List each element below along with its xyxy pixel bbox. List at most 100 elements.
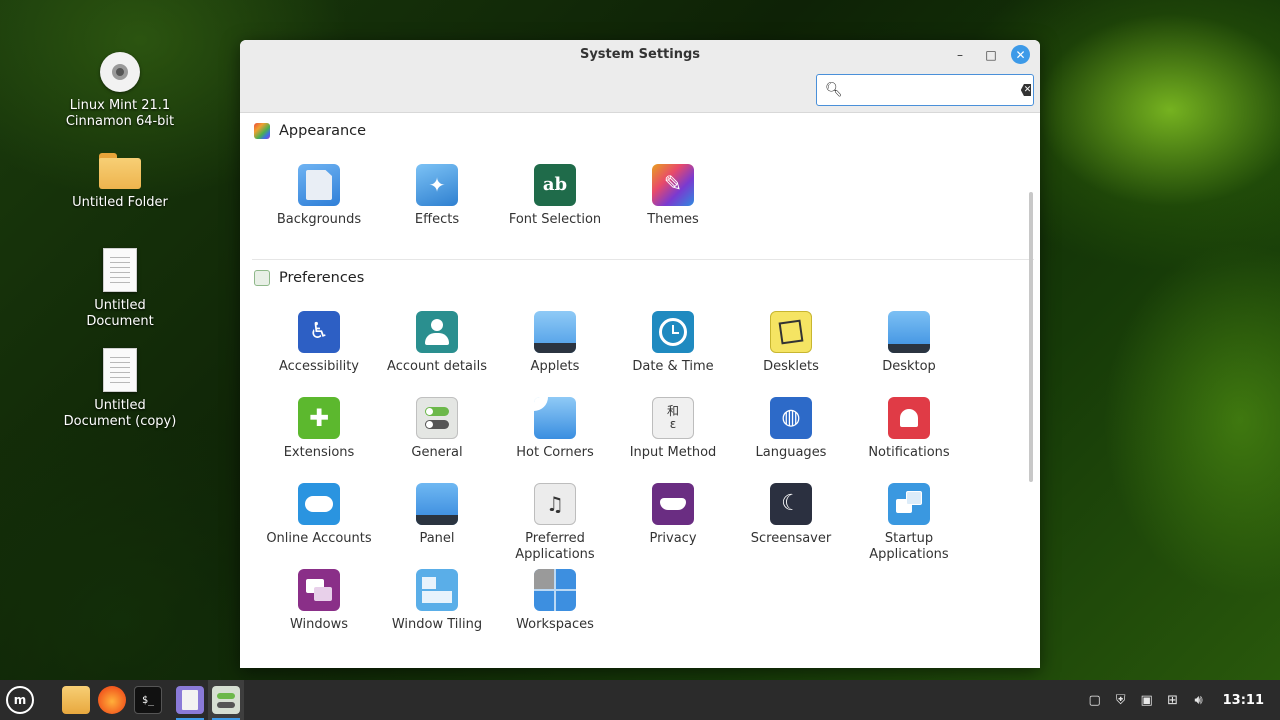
desktop-icon-label: Document xyxy=(86,314,154,329)
search-icon: 🔍︎ xyxy=(825,82,843,98)
tile-backgrounds[interactable]: Backgrounds xyxy=(260,164,378,250)
disc-icon xyxy=(100,52,140,92)
windows-icon xyxy=(298,569,340,611)
clipboard-icon[interactable]: ▢ xyxy=(1087,692,1103,708)
tile-general[interactable]: General xyxy=(378,397,496,483)
taskbar: m $_ ▢ ⛨ ▣ ⊞ 🔊︎ 13:11 xyxy=(0,680,1280,720)
tile-window-tiling[interactable]: Window Tiling xyxy=(378,569,496,655)
close-button[interactable]: ✕ xyxy=(1011,45,1030,64)
tile-label: Extensions xyxy=(283,445,355,460)
files-icon xyxy=(62,686,90,714)
tile-workspaces[interactable]: Workspaces xyxy=(496,569,614,655)
folder-icon xyxy=(99,153,141,189)
desktop-icon-untitled-document[interactable]: Untitled Document xyxy=(60,248,180,330)
tile-label: Desklets xyxy=(763,359,819,374)
desktop-icon-linux-mint[interactable]: Linux Mint 21.1 Cinnamon 64-bit xyxy=(60,52,180,130)
volume-icon[interactable]: 🔊︎ xyxy=(1191,692,1207,708)
shield-icon[interactable]: ⛨ xyxy=(1113,692,1129,708)
desktop-icon-label: Untitled xyxy=(94,298,146,313)
desklets-icon xyxy=(770,311,812,353)
tile-date-time[interactable]: Date & Time xyxy=(614,311,732,397)
tile-screensaver[interactable]: ☾ Screensaver xyxy=(732,483,850,569)
minimize-button[interactable]: – xyxy=(950,45,970,65)
document-icon xyxy=(103,248,137,292)
tile-preferred-applications[interactable]: ♫ Preferred Applications xyxy=(496,483,614,569)
taskbar-firefox[interactable] xyxy=(94,680,130,720)
tile-label: Applets xyxy=(530,359,580,374)
tile-online-accounts[interactable]: Online Accounts xyxy=(260,483,378,569)
tile-effects[interactable]: ✦ Effects xyxy=(378,164,496,250)
screensaver-icon: ☾ xyxy=(770,483,812,525)
desktop-icon-label: Document (copy) xyxy=(63,414,177,429)
scrollbar[interactable] xyxy=(1029,192,1033,482)
taskbar-files[interactable] xyxy=(58,680,94,720)
font-selection-icon: ab xyxy=(534,164,576,206)
desktop-icon-untitled-document-copy[interactable]: Untitled Document (copy) xyxy=(60,348,180,430)
section-header-preferences: Preferences xyxy=(254,270,364,286)
document-icon xyxy=(103,348,137,392)
tile-windows[interactable]: Windows xyxy=(260,569,378,655)
startup-applications-icon xyxy=(888,483,930,525)
tile-hot-corners[interactable]: Hot Corners xyxy=(496,397,614,483)
section-header-appearance: Appearance xyxy=(254,123,366,139)
tile-label: Workspaces xyxy=(516,617,594,632)
tile-label: Themes xyxy=(647,212,699,227)
tile-label: Account details xyxy=(387,359,487,374)
input-method-icon: 和ε xyxy=(652,397,694,439)
clear-search-icon[interactable]: ✕ xyxy=(1020,84,1032,96)
taskbar-text-editor[interactable] xyxy=(172,680,208,720)
tile-label: Screensaver xyxy=(750,531,832,546)
mint-menu-icon: m xyxy=(6,686,34,714)
preferred-applications-icon: ♫ xyxy=(534,483,576,525)
tile-label: Effects xyxy=(414,212,460,227)
tile-label: Notifications xyxy=(868,445,950,460)
desktop-icon-untitled-folder[interactable]: Untitled Folder xyxy=(60,153,180,211)
tile-label: Hot Corners xyxy=(516,445,594,460)
search-input[interactable] xyxy=(850,82,1021,98)
tile-themes[interactable]: ✎ Themes xyxy=(614,164,732,250)
hot-corners-icon xyxy=(534,397,576,439)
clock[interactable]: 13:11 xyxy=(1223,693,1264,708)
network-icon[interactable]: ⊞ xyxy=(1165,692,1181,708)
tile-label: Languages xyxy=(755,445,827,460)
tile-notifications[interactable]: Notifications xyxy=(850,397,968,483)
window-tiling-icon xyxy=(416,569,458,611)
tile-label: General xyxy=(411,445,463,460)
update-icon[interactable]: ▣ xyxy=(1139,692,1155,708)
tile-font-selection[interactable]: ab Font Selection xyxy=(496,164,614,250)
tile-label: Startup Applications xyxy=(869,531,949,562)
accessibility-icon: ♿︎ xyxy=(298,311,340,353)
effects-icon: ✦ xyxy=(416,164,458,206)
panel-icon xyxy=(416,483,458,525)
desktop-icon-label: Linux Mint 21.1 xyxy=(69,98,171,113)
account-details-icon xyxy=(416,311,458,353)
tile-panel[interactable]: Panel xyxy=(378,483,496,569)
tile-account-details[interactable]: Account details xyxy=(378,311,496,397)
taskbar-terminal[interactable]: $_ xyxy=(130,680,166,720)
tile-applets[interactable]: Applets xyxy=(496,311,614,397)
menu-button[interactable]: m xyxy=(2,680,38,720)
date-time-icon xyxy=(652,311,694,353)
desktop-icon-label: Untitled Folder xyxy=(72,195,168,210)
tile-privacy[interactable]: Privacy xyxy=(614,483,732,569)
taskbar-system-settings[interactable] xyxy=(208,680,244,720)
tile-startup-applications[interactable]: Startup Applications xyxy=(850,483,968,569)
tile-label: Backgrounds xyxy=(276,212,362,227)
tile-label: Windows xyxy=(289,617,349,632)
tile-input-method[interactable]: 和ε Input Method xyxy=(614,397,732,483)
tile-accessibility[interactable]: ♿︎ Accessibility xyxy=(260,311,378,397)
terminal-icon: $_ xyxy=(134,686,162,714)
tile-label: Date & Time xyxy=(632,359,714,374)
search-box[interactable]: 🔍︎ ✕ xyxy=(816,74,1034,106)
titlebar[interactable]: System Settings – □ ✕ 🔍︎ ✕ xyxy=(240,40,1040,113)
tile-extensions[interactable]: ✚ Extensions xyxy=(260,397,378,483)
section-title: Appearance xyxy=(279,123,367,139)
tile-label: Font Selection xyxy=(508,212,602,227)
settings-content: Appearance Backgrounds ✦ Effects ab Font… xyxy=(240,114,1034,668)
online-accounts-icon xyxy=(298,483,340,525)
maximize-button[interactable]: □ xyxy=(981,45,1001,65)
extensions-icon: ✚ xyxy=(298,397,340,439)
tile-desktop[interactable]: Desktop xyxy=(850,311,968,397)
tile-languages[interactable]: ◍ Languages xyxy=(732,397,850,483)
tile-desklets[interactable]: Desklets xyxy=(732,311,850,397)
